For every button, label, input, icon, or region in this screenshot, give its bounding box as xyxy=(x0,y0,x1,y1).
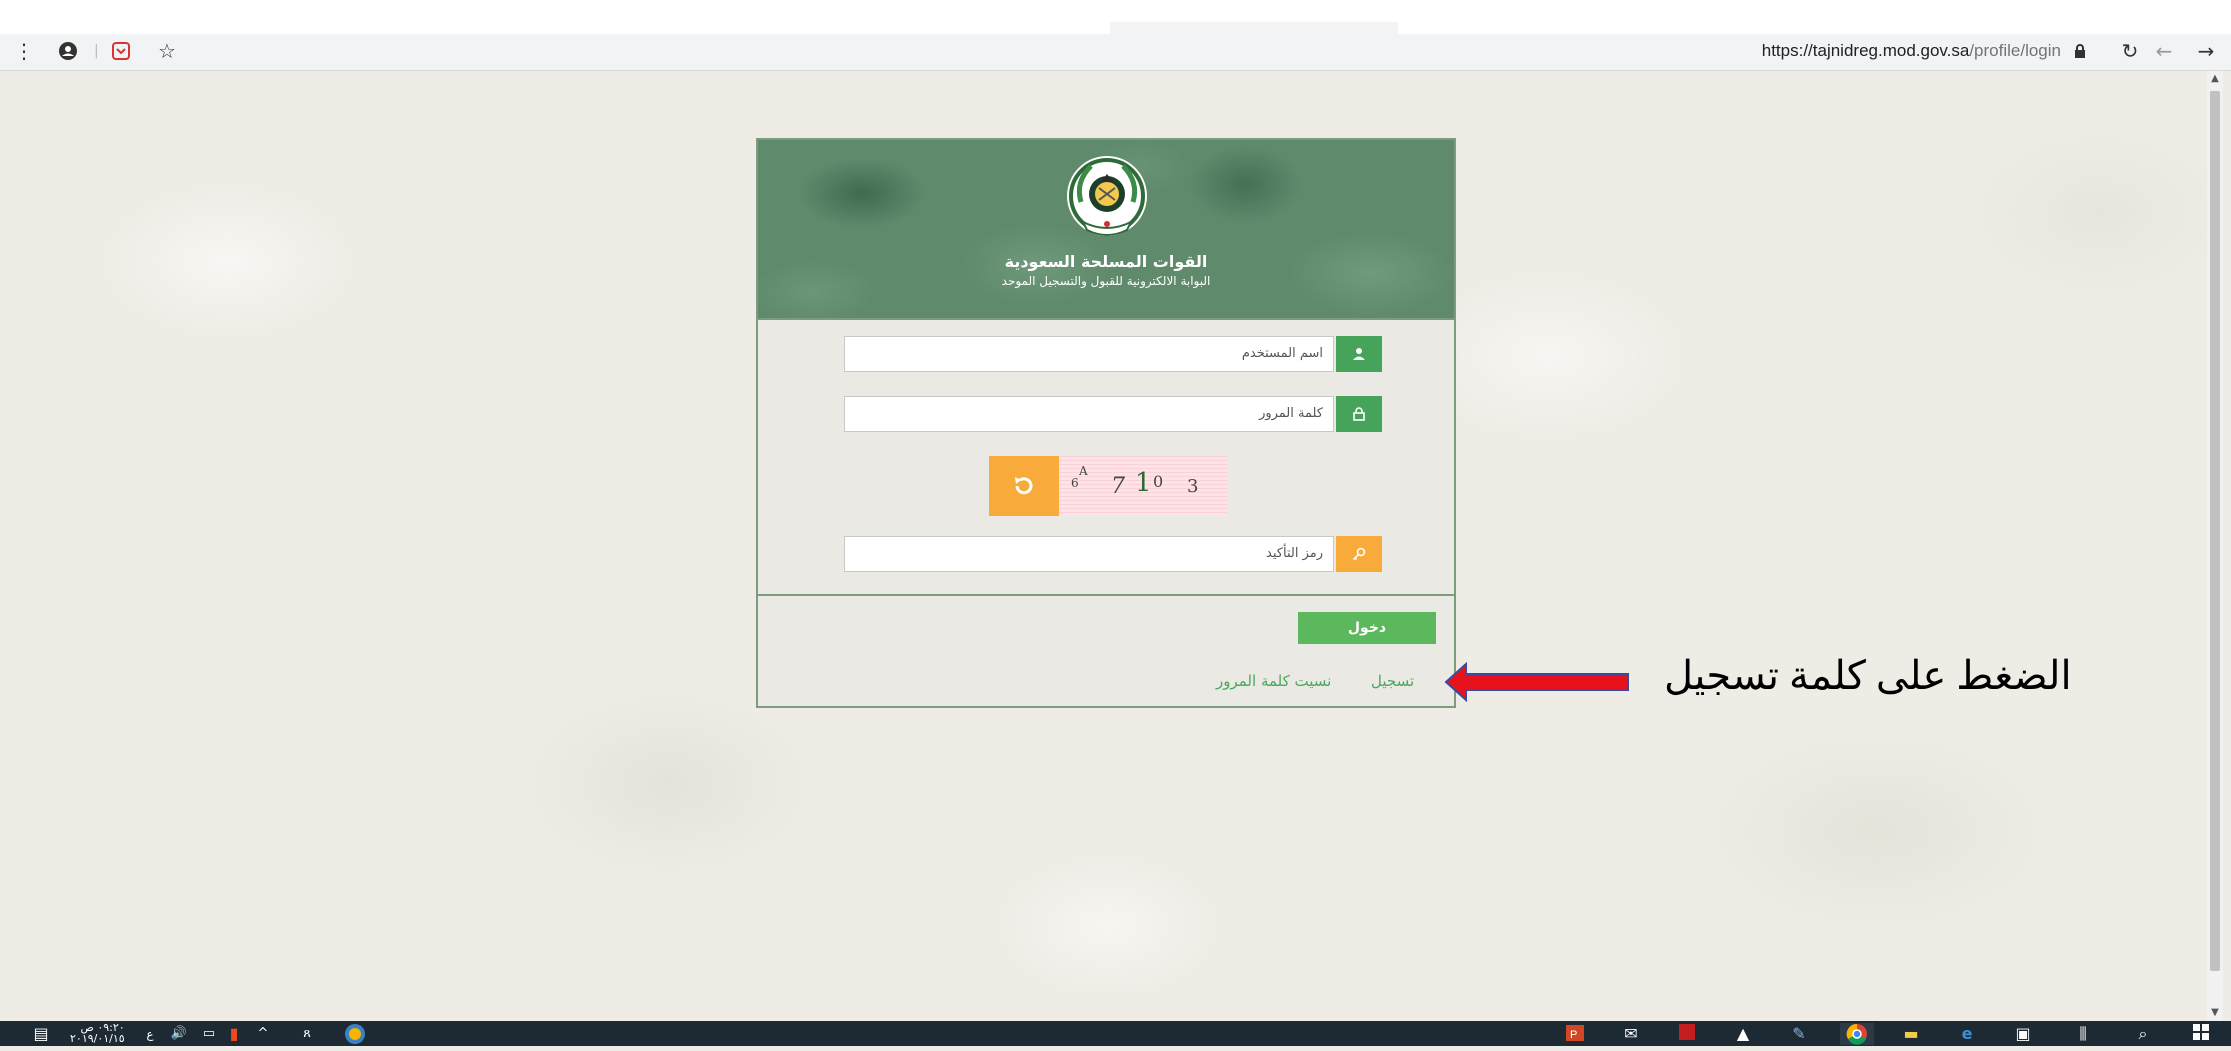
network-icon[interactable]: ▭ xyxy=(198,1023,220,1045)
office-icon[interactable]: ▮ xyxy=(226,1023,242,1045)
notification-icon[interactable]: ▤ xyxy=(30,1023,52,1045)
show-hidden-icons-icon[interactable]: ^ xyxy=(254,1023,272,1045)
menu-icon[interactable]: ⋮ xyxy=(14,38,34,64)
file-explorer-icon[interactable]: ▬ xyxy=(1898,1023,1924,1045)
password-field: كلمة المرور xyxy=(844,396,1382,432)
volume-icon[interactable]: 🔊 xyxy=(168,1023,190,1045)
edge-icon[interactable]: e xyxy=(1954,1023,1980,1045)
refresh-icon xyxy=(1015,477,1033,495)
scroll-thumb[interactable] xyxy=(2210,91,2220,971)
svg-text:P: P xyxy=(1570,1029,1577,1041)
forward-icon[interactable]: → xyxy=(2195,38,2217,64)
login-button[interactable]: دخول xyxy=(1298,612,1436,644)
username-input[interactable]: اسم المستخدم xyxy=(844,336,1334,372)
pocket-icon[interactable] xyxy=(110,38,132,64)
key-icon xyxy=(1336,536,1382,572)
captcha-char: A xyxy=(1079,464,1088,478)
captcha-image: 6 A 7 1 0 3 xyxy=(1059,456,1227,516)
brand-subtitle: البوابة الالكترونية للقبول والتسجيل المو… xyxy=(1001,274,1211,288)
captcha-char: 0 xyxy=(1153,472,1164,491)
acrobat-icon[interactable] xyxy=(1674,1023,1700,1045)
reload-icon[interactable]: ↻ xyxy=(2119,38,2141,64)
separator: | xyxy=(94,43,99,59)
store-icon[interactable]: ▣ xyxy=(2010,1023,2036,1045)
captcha-char: 7 xyxy=(1111,474,1125,499)
url-text[interactable]: https://tajnidreg.mod.gov.sa/profile/log… xyxy=(1762,38,2061,64)
captcha-code-input[interactable]: رمز التأكيد xyxy=(844,536,1334,572)
language-indicator[interactable]: ع xyxy=(142,1023,158,1045)
taskbar-date: ٢٠١٩/٠١/١٥ xyxy=(70,1032,125,1045)
url-host: https://tajnidreg.mod.gov.sa xyxy=(1761,41,1970,60)
scroll-up-icon[interactable]: ▲ xyxy=(2207,71,2223,87)
windows-taskbar: ▤ ٠٩:٢٠ ص ٢٠١٩/٠١/١٥ ع 🔊 ▭ ▮ ^ ጸ P ✉ ▲ ✎… xyxy=(0,1021,2231,1046)
username-field: اسم المستخدم xyxy=(844,336,1382,372)
taskbar-clock[interactable]: ٠٩:٢٠ ص ٢٠١٩/٠١/١٥ xyxy=(70,1022,125,1044)
brand-title: القوات المسلحة السعودية xyxy=(1004,252,1208,271)
user-icon xyxy=(1336,336,1382,372)
notepad-icon[interactable]: ✎ xyxy=(1786,1023,1812,1045)
captcha-refresh-button[interactable] xyxy=(989,456,1059,516)
start-icon[interactable] xyxy=(2188,1023,2214,1045)
profile-icon[interactable] xyxy=(56,38,80,64)
captcha-char: 6 xyxy=(1071,476,1079,490)
padlock-icon xyxy=(1336,396,1382,432)
forgot-password-link[interactable]: نسيت كلمة المرور xyxy=(1216,672,1331,690)
url-path: /profile/login xyxy=(1969,41,2061,60)
annotation-arrow-icon xyxy=(1444,662,1629,702)
chrome-icon[interactable] xyxy=(1840,1023,1874,1045)
panel-divider xyxy=(758,594,1454,596)
login-banner: القوات المسلحة السعودية البوابة الالكترو… xyxy=(758,140,1454,320)
captcha-code-field: رمز التأكيد xyxy=(844,536,1382,572)
mail-icon[interactable]: ✉ xyxy=(1618,1023,1644,1045)
page-scrollbar[interactable]: ▲ ▼ xyxy=(2207,71,2223,1021)
search-icon[interactable]: ⌕ xyxy=(2130,1023,2156,1045)
tab-gap xyxy=(1110,22,1398,34)
armed-forces-emblem-icon xyxy=(1067,156,1147,236)
login-panel: القوات المسلحة السعودية البوابة الالكترو… xyxy=(756,138,1456,708)
help-icon[interactable] xyxy=(342,1023,368,1045)
scroll-down-icon[interactable]: ▼ xyxy=(2207,1005,2223,1021)
register-link[interactable]: تسجيل xyxy=(1371,672,1414,690)
captcha-char: 1 xyxy=(1135,468,1152,498)
captcha-widget: 6 A 7 1 0 3 xyxy=(989,456,1227,516)
task-view-icon[interactable]: ⫼ xyxy=(2070,1023,2096,1045)
browser-tab-strip xyxy=(0,0,2231,35)
photos-icon[interactable]: ▲ xyxy=(1730,1023,1756,1045)
lock-icon[interactable] xyxy=(2071,38,2089,64)
back-icon[interactable]: ← xyxy=(2153,38,2175,64)
star-icon[interactable]: ☆ xyxy=(156,38,178,64)
captcha-char: 3 xyxy=(1187,476,1199,497)
annotation-text: الضغط على كلمة تسجيل xyxy=(1664,653,2072,698)
people-icon[interactable]: ጸ xyxy=(296,1023,318,1045)
powerpoint-icon[interactable]: P xyxy=(1562,1023,1588,1045)
password-input[interactable]: كلمة المرور xyxy=(844,396,1334,432)
address-bar: ⋮ | ☆ https://tajnidreg.mod.gov.sa/profi… xyxy=(0,34,2231,71)
